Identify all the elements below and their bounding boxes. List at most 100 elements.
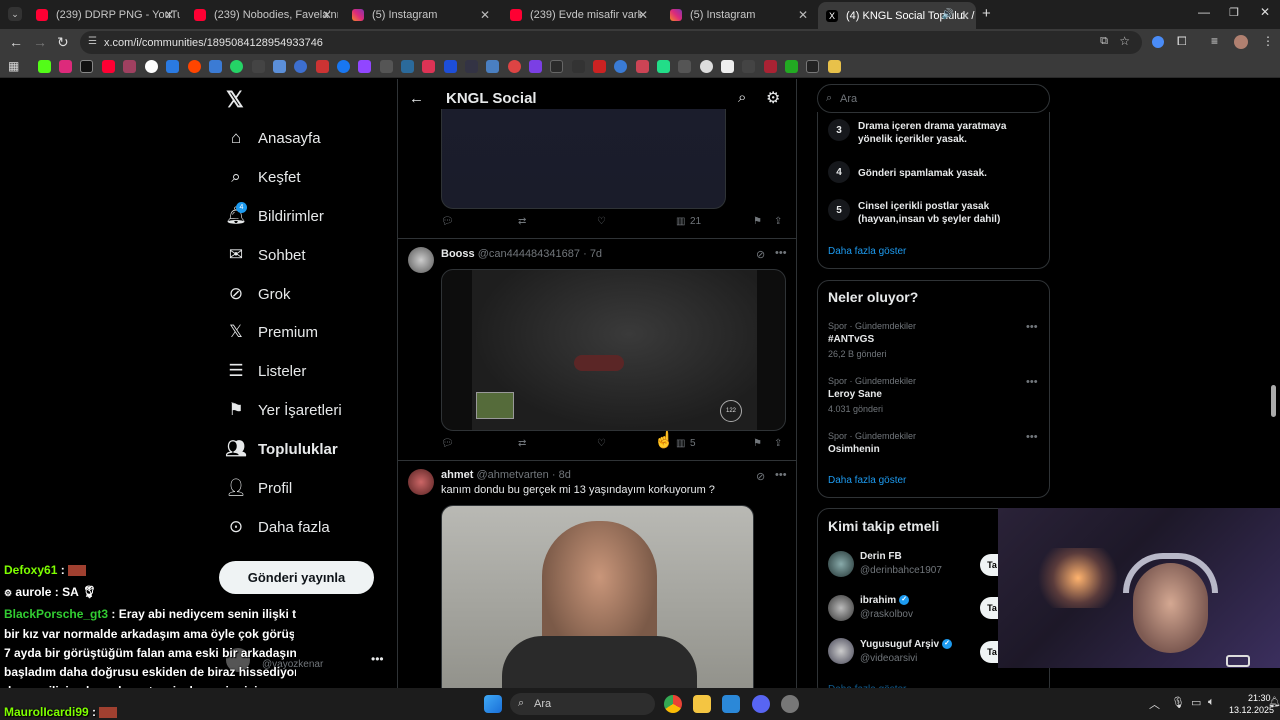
scrollbar-thumb[interactable] (1271, 385, 1276, 417)
chevron-up-icon[interactable]: ︿ (1149, 696, 1160, 712)
bookmark-icon[interactable]: ⚑ (753, 438, 762, 449)
search-icon[interactable]: ⌕ (738, 89, 746, 106)
browser-tab-active[interactable]: X (4) KNGL Social Topluluk / X 🔊 ✕ (818, 2, 976, 29)
bookmark-icon[interactable] (806, 60, 819, 73)
bookmark-icon[interactable] (294, 60, 307, 73)
apps-icon[interactable]: ▦ (8, 59, 19, 73)
site-info-icon[interactable]: ☰ (88, 36, 97, 47)
chrome-icon[interactable] (664, 695, 682, 713)
bookmark-icon[interactable] (123, 60, 136, 73)
follow-name[interactable]: Yugusuguf Arşiv ✓ (860, 639, 953, 650)
bookmark-icon[interactable] (785, 60, 798, 73)
sidebar-item-grok[interactable]: ⊘ Grok (226, 284, 291, 304)
app-icon[interactable] (781, 695, 799, 713)
post-time[interactable]: 8d (559, 469, 571, 481)
back-icon[interactable]: ← (9, 34, 23, 50)
follow-name[interactable]: Derin FB (860, 551, 902, 562)
browser-tab[interactable]: (5) Instagram ✕ (662, 4, 814, 25)
share-icon[interactable]: ⇪ (774, 216, 782, 227)
bookmark-icon[interactable] (572, 60, 585, 73)
windows-start-icon[interactable] (484, 695, 502, 713)
forward-icon[interactable]: → (33, 34, 47, 50)
browser-tab[interactable]: (239) DDRP PNG - YouTube✕ (28, 4, 180, 25)
bookmark-icon[interactable] (529, 60, 542, 73)
bookmark-twitch-icon[interactable] (358, 60, 371, 73)
bookmark-icon[interactable] (742, 60, 755, 73)
install-icon[interactable]: ⧉ (1100, 35, 1108, 48)
bookmark-icon[interactable] (636, 60, 649, 73)
bookmark-icon[interactable]: ⚑ (753, 216, 762, 227)
star-icon[interactable]: ☆ (1119, 34, 1130, 48)
close-window-icon[interactable]: ✕ (1260, 5, 1270, 19)
menu-icon[interactable]: ⋮ (1262, 34, 1274, 48)
avatar[interactable] (828, 638, 854, 664)
close-icon[interactable]: ✕ (480, 8, 490, 22)
post-video[interactable] (441, 505, 754, 688)
like-icon[interactable]: ♡ (597, 216, 606, 227)
store-icon[interactable] (722, 695, 740, 713)
bookmark-icon[interactable] (422, 60, 435, 73)
author-handle[interactable]: @can444484341687 (478, 248, 580, 260)
puzzle-icon[interactable]: ⧠ (1177, 34, 1187, 49)
volume-icon[interactable]: 🔈︎ (1208, 696, 1215, 709)
sidebar-item-premium[interactable]: 𝕏 Premium (226, 322, 318, 342)
discord-icon[interactable] (752, 695, 770, 713)
bookmark-google-icon[interactable] (145, 60, 158, 73)
repost-icon[interactable]: ⇄ (518, 216, 526, 227)
trend-name[interactable]: Osimhenin (828, 444, 880, 455)
bookmark-icon[interactable] (209, 60, 222, 73)
restore-icon[interactable]: ❐ (1229, 6, 1239, 19)
bookmark-x-icon[interactable] (80, 60, 93, 73)
back-arrow-icon[interactable]: ← (409, 90, 424, 107)
sidebar-item-communities[interactable]: 👥︎ Topluluklar (225, 439, 338, 459)
taskbar-search[interactable]: ⌕ Ara (510, 693, 655, 715)
search-input[interactable]: ⌕ Ara (817, 84, 1050, 113)
media-control-icon[interactable]: ≡ (1211, 34, 1218, 48)
avatar[interactable] (408, 469, 434, 495)
bookmark-instagram-icon[interactable] (59, 60, 72, 73)
sidebar-item-home[interactable]: ⌂ Anasayfa (226, 128, 321, 148)
bookmark-icon[interactable] (444, 60, 457, 73)
sidebar-item-more[interactable]: ⊙ Daha fazla (226, 517, 330, 537)
browser-tab[interactable]: (239) Evde misafir varken Melo✕ (502, 4, 654, 25)
follow-name[interactable]: ibrahim ✓ (860, 595, 910, 606)
reply-icon[interactable]: 💬︎ (441, 216, 454, 227)
file-explorer-icon[interactable] (693, 695, 711, 713)
close-icon[interactable]: ✕ (322, 8, 332, 22)
views-icon[interactable]: ▥ (676, 216, 685, 227)
reply-icon[interactable]: 💬︎ (441, 438, 454, 449)
bookmark-icon[interactable] (508, 60, 521, 73)
bookmark-icon[interactable] (166, 60, 179, 73)
reload-icon[interactable]: ↻ (57, 34, 69, 51)
more-icon[interactable]: ••• (1026, 321, 1038, 333)
profile-avatar-icon[interactable] (1234, 35, 1248, 49)
show-more-link[interactable]: Daha fazla göster (828, 475, 906, 486)
sidebar-item-lists[interactable]: ☰ Listeler (226, 361, 306, 381)
microphone-icon[interactable]: 🎙︎ (1171, 696, 1185, 709)
browser-tab[interactable]: (5) Instagram ✕ (344, 4, 496, 25)
post-video[interactable]: 122 (441, 269, 786, 431)
notification-bell-icon[interactable]: 🔔︎ (1268, 697, 1280, 708)
post-media[interactable] (441, 109, 726, 209)
bookmark-youtube-icon[interactable] (102, 60, 115, 73)
avatar[interactable] (828, 595, 854, 621)
post-time[interactable]: 7d (590, 248, 602, 260)
bookmark-icon[interactable] (380, 60, 393, 73)
new-tab-icon[interactable]: + (982, 5, 991, 22)
minimize-icon[interactable]: — (1198, 5, 1210, 19)
bookmark-whatsapp-icon[interactable] (230, 60, 243, 73)
browser-tab[interactable]: (239) Nobodies, Favela'nın Kuy✕ (186, 4, 338, 25)
bookmark-kick-icon[interactable] (38, 60, 51, 73)
address-bar[interactable]: ☰ x.com/i/communities/189508412895493374… (80, 31, 1142, 54)
more-icon[interactable]: ••• (775, 469, 787, 481)
bookmark-icon[interactable] (593, 60, 606, 73)
sidebar-item-bookmarks[interactable]: ⚑ Yer İşaretleri (226, 400, 341, 420)
close-icon[interactable]: ✕ (960, 9, 970, 23)
more-icon[interactable]: ••• (775, 247, 787, 259)
show-more-link[interactable]: Daha fazla göster (828, 246, 906, 257)
bookmark-icon[interactable] (316, 60, 329, 73)
tab-search-icon[interactable]: ⌄ (8, 7, 22, 21)
grok-icon[interactable]: ⊘ (756, 470, 765, 483)
bookmark-icon[interactable] (273, 60, 286, 73)
bookmark-icon[interactable] (465, 60, 478, 73)
